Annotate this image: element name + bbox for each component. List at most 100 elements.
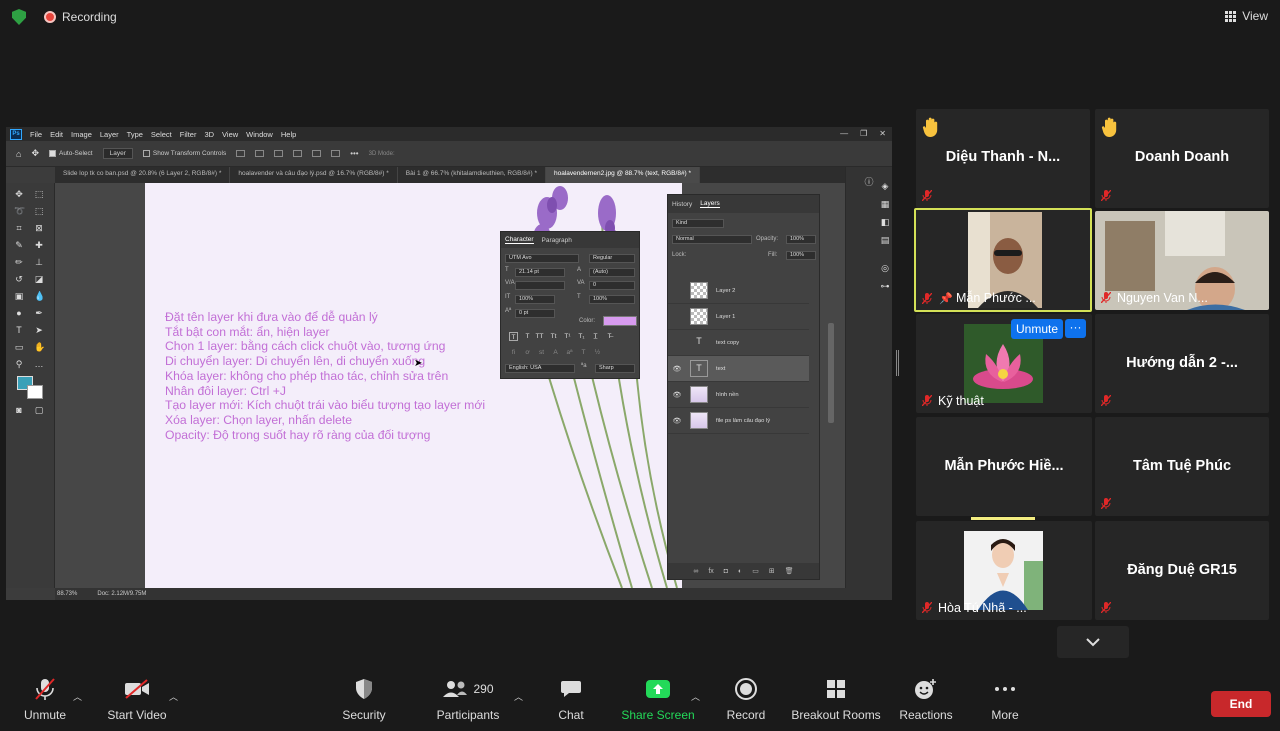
blend-mode-select[interactable]: Normal bbox=[672, 235, 752, 244]
more-button[interactable]: More bbox=[988, 670, 1022, 731]
layer-row[interactable]: 👁 file ps làm câu đạo lý bbox=[668, 408, 809, 434]
layer-row[interactable]: Layer 2 bbox=[668, 278, 809, 304]
new-layer-icon[interactable]: ⊞ bbox=[769, 567, 775, 575]
more-options-icon[interactable]: ••• bbox=[350, 149, 358, 158]
ps-restore-icon[interactable]: ❐ bbox=[860, 129, 867, 138]
libraries-icon[interactable]: ▤ bbox=[880, 235, 890, 245]
antialias-select[interactable]: Sharp bbox=[595, 364, 635, 373]
3d-panel-icon[interactable]: ◈ bbox=[880, 181, 890, 191]
eraser-tool-icon[interactable]: ◪ bbox=[34, 274, 44, 284]
layer-row[interactable]: Layer 1 bbox=[668, 304, 809, 330]
ps-menu-help[interactable]: Help bbox=[281, 130, 296, 139]
marquee-tool-icon[interactable]: ⬚ bbox=[34, 189, 44, 199]
faux-bold-icon[interactable]: T bbox=[509, 332, 518, 341]
breakout-rooms-button[interactable]: Breakout Rooms bbox=[791, 670, 881, 731]
baseline-field[interactable]: 0 pt bbox=[515, 309, 555, 318]
text-color-swatch[interactable] bbox=[603, 316, 637, 326]
layer-filter-select[interactable]: Kind bbox=[672, 219, 724, 228]
tab-history[interactable]: History bbox=[672, 201, 692, 208]
reactions-button[interactable]: Reactions bbox=[899, 670, 953, 731]
tab-paragraph[interactable]: Paragraph bbox=[542, 237, 572, 244]
splitter-handle[interactable] bbox=[896, 350, 899, 376]
alternates-icon[interactable]: A bbox=[551, 348, 560, 357]
tab-character[interactable]: Character bbox=[505, 236, 534, 244]
font-size-field[interactable]: 21.14 pt bbox=[515, 268, 565, 277]
ps-menu-window[interactable]: Window bbox=[246, 130, 273, 139]
layer-style-icon[interactable]: fx bbox=[708, 568, 713, 575]
titling-icon[interactable]: T bbox=[579, 348, 588, 357]
encryption-shield-icon[interactable] bbox=[12, 9, 26, 25]
doc-tab-active[interactable]: hoalavendernen2.jpg @ 88.7% (text, RGB/8… bbox=[546, 167, 701, 183]
recording-indicator[interactable]: Recording bbox=[44, 10, 117, 24]
path-select-tool-icon[interactable]: ➤ bbox=[34, 325, 44, 335]
ps-menu-edit[interactable]: Edit bbox=[50, 130, 63, 139]
security-button[interactable]: Security bbox=[340, 670, 388, 731]
participant-more-button[interactable]: ··· bbox=[1065, 319, 1086, 338]
ps-menu-file[interactable]: File bbox=[30, 130, 42, 139]
ps-menu-3d[interactable]: 3D bbox=[204, 130, 214, 139]
participants-options-chevron-icon[interactable]: ︿ bbox=[514, 690, 523, 703]
ps-menu-type[interactable]: Type bbox=[127, 130, 143, 139]
all-caps-icon[interactable]: TT bbox=[535, 332, 544, 341]
strikethrough-icon[interactable]: T̶ bbox=[605, 332, 614, 341]
layer-row[interactable]: 👁 hình nền bbox=[668, 382, 809, 408]
superscript-icon[interactable]: T¹ bbox=[563, 332, 572, 341]
dodge-tool-icon[interactable]: ● bbox=[14, 308, 24, 318]
lasso-tool-icon[interactable]: ➰ bbox=[14, 206, 25, 216]
align-center-icon[interactable] bbox=[255, 150, 265, 157]
more-tools-icon[interactable]: … bbox=[34, 359, 44, 369]
participant-tile[interactable]: Hướng dẫn 2 -... bbox=[1095, 314, 1269, 413]
kerning-field[interactable] bbox=[515, 281, 565, 290]
doc-tab[interactable]: Slide lop tk co ban.psd @ 20.8% (6 Layer… bbox=[55, 167, 231, 183]
participant-tile-active-speaker[interactable]: 📌 Mẫn Phước ... bbox=[914, 208, 1092, 312]
layer-row-selected[interactable]: 👁 Ttext bbox=[668, 356, 809, 382]
end-meeting-button[interactable]: End bbox=[1211, 691, 1271, 717]
fractions-icon[interactable]: ½ bbox=[593, 348, 602, 357]
start-video-button[interactable]: Start Video bbox=[105, 670, 169, 731]
swash-icon[interactable]: st bbox=[537, 348, 546, 357]
canvas-scrollbar[interactable] bbox=[828, 323, 834, 423]
add-mask-icon[interactable]: ◘ bbox=[724, 568, 728, 575]
auto-select-target-select[interactable]: Layer bbox=[102, 148, 133, 159]
ps-menu-image[interactable]: Image bbox=[71, 130, 92, 139]
eye-icon[interactable]: 👁 bbox=[668, 391, 686, 399]
participant-tile[interactable]: Diệu Thanh - N... bbox=[916, 109, 1090, 208]
distribute-top-icon[interactable] bbox=[293, 150, 303, 157]
unmute-button[interactable]: Unmute bbox=[20, 670, 70, 731]
participant-tile[interactable]: Doanh Doanh bbox=[1095, 109, 1269, 208]
adjustments-icon[interactable]: ◧ bbox=[880, 217, 890, 227]
font-style-select[interactable]: Regular bbox=[589, 254, 635, 263]
font-family-select[interactable]: UTM Avo bbox=[505, 254, 579, 263]
type-tool-icon[interactable]: T bbox=[14, 325, 24, 335]
eye-icon[interactable]: 👁 bbox=[668, 417, 686, 425]
move-tool-icon[interactable]: ✥ bbox=[31, 148, 39, 159]
share-screen-button[interactable]: Share Screen bbox=[621, 670, 695, 731]
participant-tile[interactable]: Unmute ··· Kỹ thuật bbox=[916, 314, 1092, 413]
participant-tile[interactable]: Mẫn Phước Hiề... bbox=[916, 417, 1092, 516]
eyedropper-tool-icon[interactable]: ✎ bbox=[14, 240, 24, 250]
view-button[interactable]: View bbox=[1225, 9, 1268, 23]
participant-tile[interactable]: Đăng Duệ GR15 bbox=[1095, 521, 1269, 620]
gallery-next-page-button[interactable] bbox=[1057, 626, 1129, 658]
ps-close-icon[interactable]: ✕ bbox=[879, 129, 886, 138]
transform-controls-checkbox[interactable]: Show Transform Controls bbox=[142, 150, 226, 157]
delete-layer-icon[interactable]: 🗑 bbox=[785, 567, 794, 575]
ps-menu-select[interactable]: Select bbox=[151, 130, 172, 139]
pen-tool-icon[interactable]: ✒ bbox=[34, 308, 44, 318]
ps-minimize-icon[interactable]: — bbox=[840, 129, 848, 138]
small-caps-icon[interactable]: Tt bbox=[549, 332, 558, 341]
share-options-chevron-icon[interactable]: ︿ bbox=[691, 690, 700, 703]
zoom-level[interactable]: 88.73% bbox=[57, 591, 77, 597]
horizontal-scale-field[interactable]: 100% bbox=[589, 295, 635, 304]
distribute-middle-icon[interactable] bbox=[312, 150, 322, 157]
zoom-tool-icon[interactable]: ⚲ bbox=[14, 359, 24, 369]
object-select-tool-icon[interactable]: ⬚ bbox=[34, 206, 44, 216]
doc-tab[interactable]: hoalavender và câu đạo lý.psd @ 16.7% (R… bbox=[230, 167, 398, 183]
healing-tool-icon[interactable]: ✚ bbox=[34, 240, 44, 250]
video-options-chevron-icon[interactable]: ︿ bbox=[169, 690, 178, 703]
opacity-field[interactable]: 100% bbox=[786, 235, 816, 244]
leading-field[interactable]: (Auto) bbox=[589, 268, 635, 277]
participant-tile[interactable]: Hòa Tú Nhã - ... bbox=[916, 521, 1092, 620]
history-brush-icon[interactable]: ↺ bbox=[14, 274, 24, 284]
participant-tile[interactable]: Tâm Tuệ Phúc bbox=[1095, 417, 1269, 516]
